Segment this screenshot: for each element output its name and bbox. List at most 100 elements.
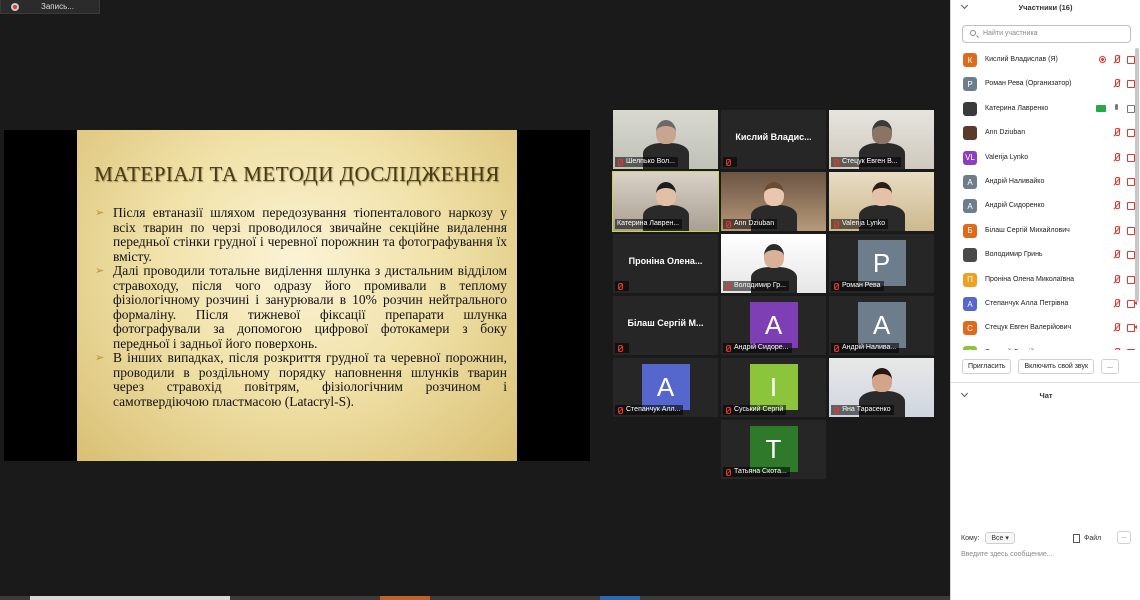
participant-row[interactable]: Б Білаш Сергій Михайлович — [951, 219, 1137, 243]
video-tile[interactable]: Шелпько Вол... — [613, 110, 718, 169]
screen-share-icon[interactable] — [1096, 104, 1106, 112]
mic-muted-icon — [725, 468, 731, 476]
participant-name: Кислий Владислав (Я) — [985, 56, 1058, 63]
mic-muted-icon[interactable] — [1112, 250, 1121, 259]
video-tile[interactable]: Т Татьяна Скота... — [721, 420, 826, 479]
video-tile[interactable]: А Андрій Сидоре... — [721, 296, 826, 355]
participant-list-scrollbar[interactable] — [1135, 48, 1139, 302]
video-tile[interactable]: Valerija Lynko — [829, 172, 934, 231]
file-button[interactable]: Файл — [1073, 534, 1101, 543]
mic-muted-icon[interactable] — [1112, 177, 1121, 186]
video-tile[interactable]: Проніна Олена... — [613, 234, 718, 293]
participant-row[interactable]: Володимир Гринь — [951, 243, 1137, 267]
participant-row[interactable]: А Андрій Наливайко — [951, 170, 1137, 194]
tile-name-label: Шелпько Вол... — [626, 158, 675, 165]
chat-recipient-select[interactable]: Все ▾ — [985, 532, 1015, 544]
participant-status-icons — [1096, 103, 1137, 113]
tile-name-tag: Шелпько Вол... — [615, 157, 678, 167]
video-tile[interactable]: Яна Тарасенко — [829, 358, 934, 417]
mic-muted-icon[interactable] — [1112, 347, 1121, 350]
mic-muted-icon[interactable] — [1112, 274, 1121, 284]
avatar: А — [641, 364, 690, 410]
participant-row[interactable]: Катерина Лавренко — [951, 97, 1137, 121]
participant-avatar — [963, 248, 977, 263]
chat-title: Чат — [1039, 390, 1053, 400]
participant-name: Володимир Гринь — [985, 251, 1043, 259]
tile-name-label: Стецук Евген В... — [842, 158, 898, 165]
mic-icon[interactable] — [1112, 103, 1121, 113]
mic-muted-icon — [617, 282, 623, 290]
mic-muted-icon[interactable] — [1112, 79, 1121, 88]
mic-muted-icon — [617, 344, 623, 352]
participants-header[interactable]: Участники (16) — [951, 0, 1140, 14]
mic-muted-icon[interactable] — [1112, 225, 1121, 235]
chat-to-label: Кому: — [961, 534, 980, 542]
participant-row[interactable]: Ann Dziuban — [951, 121, 1137, 145]
participant-row[interactable]: А Степанчук Алла Петрівна — [951, 292, 1137, 316]
tile-name-label: Катерина Лаврен... — [617, 220, 680, 227]
chat-message-input[interactable]: Введите здесь сообщение... — [961, 551, 1053, 558]
recording-label: Запись... — [41, 2, 74, 11]
person-head — [871, 120, 892, 144]
video-tile[interactable]: Стецук Евген В... — [829, 110, 934, 169]
video-tile[interactable]: А Степанчук Алл... — [613, 358, 718, 417]
participant-avatar — [963, 126, 977, 141]
taskbar-item[interactable] — [380, 596, 430, 600]
tile-name-tag: Катерина Лаврен... — [615, 219, 683, 229]
mic-muted-icon — [725, 406, 731, 414]
tile-name-tag: Степанчук Алл... — [615, 405, 684, 415]
chevron-down-icon[interactable] — [960, 389, 969, 398]
participant-row[interactable]: А Андрій Сидоренко — [951, 194, 1137, 218]
participant-status-icons — [1112, 152, 1137, 162]
participant-row[interactable]: П Проніна Олена Миколаївна — [951, 268, 1137, 292]
mic-muted-icon[interactable] — [1112, 323, 1121, 332]
recording-indicator[interactable]: Запись... — [0, 0, 100, 14]
participant-row[interactable]: VL Valerija Lynko — [951, 146, 1137, 170]
tile-display-name: Білаш Сергій М... — [627, 318, 704, 328]
participant-name: Білаш Сергій Михайлович — [985, 226, 1070, 234]
tile-name-label: Степанчук Алл... — [626, 406, 681, 413]
mic-muted-icon[interactable] — [1112, 299, 1121, 308]
avatar: А — [749, 302, 798, 348]
camera-off-icon[interactable] — [1127, 348, 1137, 350]
video-tile[interactable]: А Андрій Налива... — [829, 296, 934, 355]
tile-name-tag — [615, 343, 629, 353]
mic-muted-icon — [725, 344, 731, 352]
chat-more-button[interactable]: ... — [1117, 531, 1131, 544]
participant-search-input[interactable]: Найти участника — [962, 25, 1131, 43]
video-tile[interactable]: Ann Dziuban — [721, 172, 826, 231]
mic-muted-icon[interactable] — [1112, 128, 1121, 137]
participant-row[interactable]: К Кислий Владислав (Я) — [951, 48, 1137, 72]
avatar: І — [749, 364, 798, 410]
mic-muted-icon[interactable] — [1112, 55, 1121, 64]
video-tile[interactable]: І Суський Сергій — [721, 358, 826, 417]
participant-name: Суський Сергій — [985, 349, 1034, 350]
chevron-down-icon[interactable] — [960, 1, 969, 10]
video-tile[interactable]: Катерина Лаврен... — [612, 171, 719, 232]
chat-header[interactable]: Чат — [951, 388, 1140, 402]
mic-muted-icon[interactable] — [1112, 201, 1121, 210]
mic-muted-icon — [833, 282, 839, 290]
taskbar-item[interactable] — [600, 596, 640, 600]
participant-row[interactable]: І Суський Сергій — [951, 341, 1137, 350]
tile-name-tag: Valerija Lynko — [831, 219, 889, 229]
slide-bullets: ➢ Після евтаназії шляхом передозування ті… — [95, 205, 507, 409]
unmute-self-button[interactable]: Включить свой звук — [1018, 359, 1095, 374]
more-options-button[interactable]: ... — [1101, 359, 1119, 374]
recording-icon[interactable] — [1099, 56, 1106, 63]
invite-button[interactable]: Пригласить — [962, 359, 1012, 374]
slide-bullet: ➢ Далі проводили тотальне виділення шлунк… — [95, 263, 507, 351]
mic-muted-icon[interactable] — [1112, 152, 1121, 162]
camera-off-icon[interactable] — [1127, 324, 1137, 333]
video-tile[interactable]: Білаш Сергій М... — [613, 296, 718, 355]
participant-avatar: П — [963, 272, 977, 287]
participant-row[interactable]: Р Роман Рева (Организатор) — [951, 72, 1137, 96]
taskbar-item[interactable] — [30, 596, 230, 600]
file-label: Файл — [1084, 535, 1102, 542]
video-tile[interactable]: Р Роман Рева — [829, 234, 934, 293]
video-tile[interactable]: Володимир Гр... — [721, 234, 826, 293]
tile-name-tag: Роман Рева — [831, 281, 884, 291]
video-tile[interactable]: Кислий Владис... — [721, 110, 826, 169]
presentation-slide: МАТЕРІАЛ ТА МЕТОДИ ДОСЛІДЖЕННЯ ➢ Після ев… — [77, 130, 517, 461]
participant-row[interactable]: С Стецук Евген Валерійович — [951, 316, 1137, 340]
